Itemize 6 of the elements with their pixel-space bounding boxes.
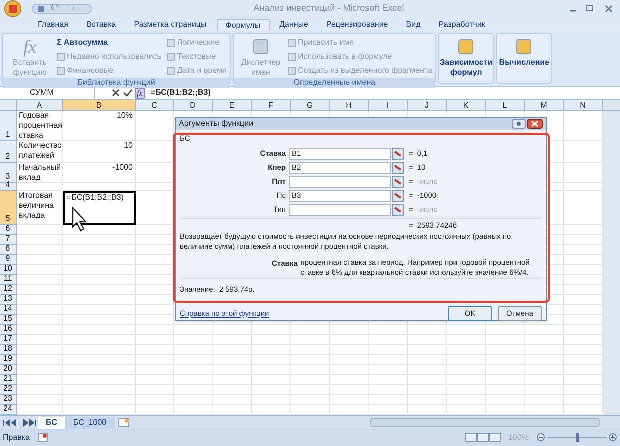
status-mode: Правка [3,432,30,444]
group-title: Библиотека функций [3,78,230,88]
dialog-title: Аргументы функции [179,118,254,130]
group-title: Определенные имена [234,78,436,88]
window-title: Анализ инвестиций - Microsoft Excel [252,2,406,16]
formula-text: =БС(B1;B2;;B3) [150,87,211,99]
